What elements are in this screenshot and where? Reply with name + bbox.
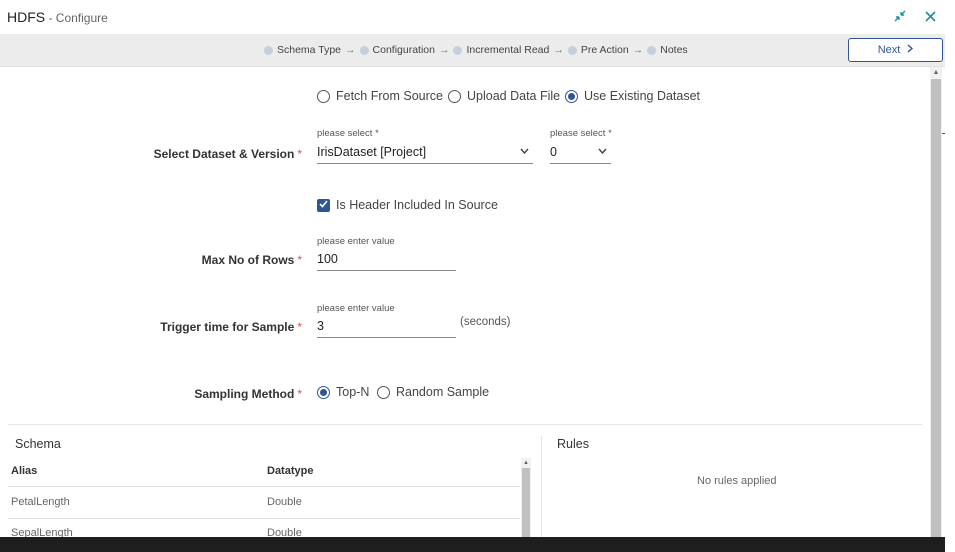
trigger-time-label: Trigger time for Sample * — [160, 320, 302, 334]
radio-upload-data-file[interactable]: Upload Data File — [448, 89, 560, 103]
required-mark: * — [297, 147, 302, 161]
select-dataset-label: Select Dataset & Version * — [153, 147, 302, 161]
radio-top-n[interactable]: Top-N — [317, 385, 369, 399]
chevron-down-icon — [598, 146, 607, 157]
bottom-bar — [0, 537, 945, 552]
step-label: Configuration — [372, 44, 435, 56]
row-divider — [8, 486, 520, 487]
step-label: Schema Type — [277, 44, 342, 56]
schema-title: Schema — [15, 437, 61, 451]
step-dot-icon — [567, 45, 577, 55]
step-arrow: → — [438, 44, 450, 56]
header-checkbox[interactable] — [317, 199, 330, 212]
main-scrollbar[interactable]: ▲ — [930, 67, 942, 542]
schema-scrollbar[interactable]: ▲ — [521, 458, 531, 542]
radio-button-icon — [448, 89, 461, 103]
title-bar: HDFS - Configure — [0, 0, 955, 34]
close-icon[interactable] — [922, 10, 938, 26]
window-subtitle: - Configure — [45, 11, 108, 25]
radio-label: Fetch From Source — [336, 89, 443, 103]
section-divider — [8, 424, 922, 425]
radio-button-selected-icon — [565, 89, 578, 103]
dataset-select-value: IrisDataset [Project] — [317, 145, 427, 159]
panel-separator — [541, 436, 542, 542]
table-cell-alias: PetalLength — [11, 496, 70, 508]
step-schema-type[interactable]: Schema Type — [264, 44, 341, 56]
step-configuration[interactable]: Configuration — [359, 44, 435, 56]
collapse-arrows-icon[interactable] — [892, 10, 908, 26]
trigger-time-input[interactable]: 3 — [317, 316, 456, 338]
header-checkbox-label: Is Header Included In Source — [336, 198, 498, 212]
required-mark: * — [297, 387, 302, 401]
step-label: Incremental Read — [466, 44, 550, 56]
step-pre-action[interactable]: Pre Action — [567, 44, 629, 56]
radio-button-icon — [377, 385, 390, 399]
max-rows-input[interactable]: 100 — [317, 249, 456, 271]
step-label: Pre Action — [580, 44, 629, 56]
scrollbar-thumb[interactable] — [522, 468, 530, 542]
version-select[interactable]: 0 — [550, 142, 611, 164]
radio-random-sample[interactable]: Random Sample — [377, 385, 489, 399]
step-incremental-read[interactable]: Incremental Read — [453, 44, 549, 56]
row-divider — [8, 518, 520, 519]
scroll-up-icon[interactable]: ▲ — [521, 458, 531, 468]
step-dot-icon — [359, 45, 369, 55]
edge-marker — [942, 133, 945, 134]
radio-label: Top-N — [336, 385, 370, 399]
radio-fetch-from-source[interactable]: Fetch From Source — [317, 89, 443, 103]
scrollbar-thumb[interactable] — [931, 79, 941, 542]
version-hint: please select * — [550, 128, 612, 139]
trigger-time-hint: please enter value — [317, 303, 395, 314]
table-cell-datatype: Double — [267, 496, 302, 508]
chevron-right-icon — [907, 44, 914, 56]
column-header-datatype: Datatype — [267, 465, 314, 477]
trigger-time-unit: (seconds) — [460, 316, 511, 328]
sampling-method-label: Sampling Method * — [194, 387, 302, 401]
dataset-hint: please select * — [317, 128, 379, 139]
step-dot-icon — [647, 45, 657, 55]
radio-button-icon — [317, 89, 330, 103]
step-arrow: → — [632, 44, 644, 56]
max-rows-label: Max No of Rows * — [201, 253, 302, 267]
step-dot-icon — [264, 45, 273, 55]
chevron-down-icon — [520, 146, 529, 157]
required-mark: * — [297, 253, 302, 267]
radio-button-selected-icon — [317, 385, 330, 399]
required-mark: * — [297, 320, 302, 334]
radio-label: Use Existing Dataset — [584, 89, 701, 103]
dataset-select[interactable]: IrisDataset [Project] — [317, 142, 533, 164]
step-arrow: → — [553, 44, 564, 56]
rules-title: Rules — [557, 437, 589, 451]
column-header-alias: Alias — [11, 465, 38, 477]
step-dot-icon — [453, 45, 463, 55]
radio-label: Upload Data File — [467, 89, 561, 103]
window-title: HDFS - Configure — [7, 9, 108, 25]
scroll-up-icon[interactable]: ▲ — [930, 67, 942, 79]
radio-label: Random Sample — [396, 385, 490, 399]
step-notes[interactable]: Notes — [647, 44, 688, 56]
radio-use-existing-dataset[interactable]: Use Existing Dataset — [565, 89, 700, 103]
step-label: Notes — [660, 44, 688, 56]
next-button-label: Next — [877, 44, 901, 56]
wizard-steps: Schema Type → Configuration → Incrementa… — [264, 44, 688, 56]
next-button[interactable]: Next — [848, 38, 943, 62]
step-arrow: → — [345, 44, 356, 56]
max-rows-hint: please enter value — [317, 236, 395, 247]
version-select-value: 0 — [550, 145, 557, 159]
wizard-step-bar: Schema Type → Configuration → Incrementa… — [0, 34, 945, 67]
no-rules-message: No rules applied — [697, 475, 777, 487]
